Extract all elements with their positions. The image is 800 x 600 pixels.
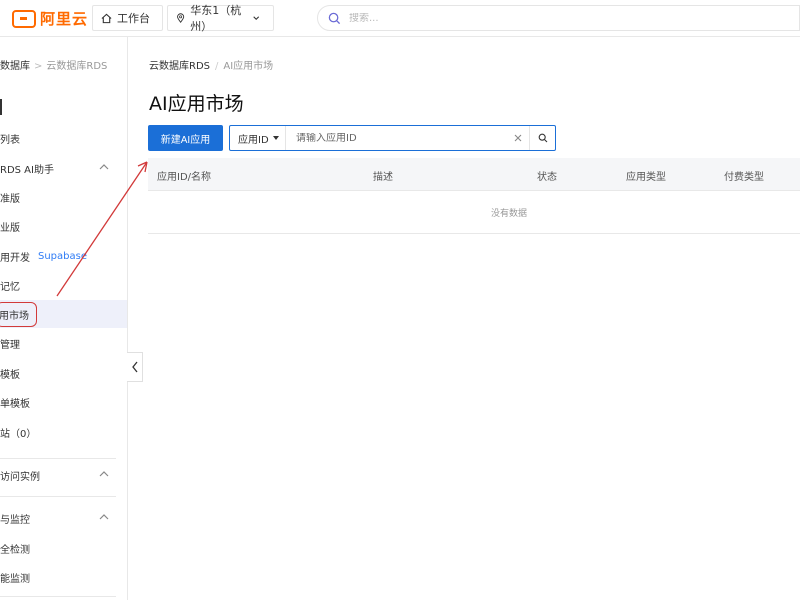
sidebar-item-label: 列表 bbox=[0, 134, 20, 146]
workbench-label: 工作台 bbox=[117, 12, 150, 25]
sidebar-item-label: 准版 bbox=[0, 193, 20, 205]
sidebar-group-monitoring[interactable]: 与监控 bbox=[0, 504, 127, 532]
sidebar-item-list-template[interactable]: 单模板 bbox=[0, 388, 127, 416]
new-ai-app-button[interactable]: 新建AI应用 bbox=[148, 125, 223, 151]
sidebar-item-label: 单模板 bbox=[0, 398, 30, 410]
sidebar-item-label: 全检测 bbox=[0, 544, 30, 556]
filter-type-select[interactable]: 应用ID bbox=[230, 126, 286, 150]
sidebar-item-label: RDS AI助手 bbox=[0, 164, 54, 176]
sidebar-item-recycle-bin[interactable]: 站（0） bbox=[0, 418, 127, 446]
caret-down-icon bbox=[272, 136, 279, 140]
filter-search-button[interactable] bbox=[529, 126, 555, 150]
sidebar-item-instance-list[interactable]: 列表 bbox=[0, 124, 127, 152]
column-header: 状态 bbox=[537, 172, 557, 183]
table-header: 应用ID/名称 描述 状态 应用类型 付费类型 bbox=[148, 158, 800, 191]
sidebar-breadcrumb: 数据库 > 云数据库RDS bbox=[0, 57, 107, 72]
column-header: 付费类型 bbox=[724, 172, 764, 183]
sidebar-divider bbox=[0, 496, 116, 497]
column-header: 描述 bbox=[373, 172, 393, 183]
sidebar-item-professional[interactable]: 业版 bbox=[0, 212, 127, 240]
breadcrumb: 云数据库RDS / AI应用市场 bbox=[149, 57, 273, 72]
sidebar-item-label: 用开发 bbox=[0, 252, 30, 264]
sidebar-item-management[interactable]: 管理 bbox=[0, 329, 127, 357]
sidebar-item-label: 管理 bbox=[0, 339, 20, 351]
aliyun-logo[interactable]: 阿里云 bbox=[12, 8, 88, 29]
location-pin-icon bbox=[177, 13, 185, 24]
supabase-tag: Supabase bbox=[38, 250, 87, 262]
sidebar-item-performance[interactable]: 能监测 bbox=[0, 563, 127, 591]
sidebar-divider bbox=[0, 596, 116, 597]
region-label: 华东1（杭州） bbox=[190, 4, 242, 33]
sidebar-item-label: 模板 bbox=[0, 369, 20, 381]
breadcrumb-separator: > bbox=[34, 61, 43, 72]
workbench-button[interactable]: 工作台 bbox=[92, 5, 163, 31]
sidebar-item-app-dev[interactable]: 用开发 Supabase bbox=[0, 242, 127, 270]
column-header: 应用ID/名称 bbox=[157, 172, 212, 183]
logo-text: 阿里云 bbox=[40, 10, 89, 28]
sidebar-item-template[interactable]: 模板 bbox=[0, 359, 127, 387]
home-icon bbox=[101, 13, 112, 23]
filter-type-label: 应用ID bbox=[238, 134, 269, 146]
sidebar-item-memory[interactable]: 记忆 bbox=[0, 271, 127, 299]
top-bar: 阿里云 工作台 华东1（杭州） bbox=[0, 0, 800, 37]
sidebar-item-label: 与监控 bbox=[0, 514, 30, 526]
sidebar-item-security-check[interactable]: 全检测 bbox=[0, 534, 127, 562]
sidebar-item-label: 业版 bbox=[0, 222, 20, 234]
app-id-input[interactable] bbox=[286, 132, 507, 144]
chevron-up-icon bbox=[99, 471, 109, 477]
main-content: 云数据库RDS / AI应用市场 AI应用市场 新建AI应用 应用ID 应用ID/名… bbox=[129, 37, 800, 600]
search-icon bbox=[538, 133, 547, 143]
search-icon bbox=[328, 12, 341, 24]
search-input[interactable] bbox=[349, 12, 749, 24]
app-id-filter: 应用ID bbox=[229, 125, 556, 151]
sidebar: 数据库 > 云数据库RDS 列表 RDS AI助手 准版 业版 用开发 Supabas… bbox=[0, 37, 128, 600]
sidebar-group-rds-ai[interactable]: RDS AI助手 bbox=[0, 154, 127, 182]
sidebar-item-ai-market[interactable]: 用市场 bbox=[0, 300, 127, 328]
sidebar-item-label: 站（0） bbox=[0, 428, 37, 440]
chevron-down-icon bbox=[252, 16, 259, 21]
breadcrumb-separator: / bbox=[215, 61, 219, 72]
sidebar-item-label: 记忆 bbox=[0, 281, 20, 293]
breadcrumb-current: AI应用市场 bbox=[223, 61, 274, 72]
sidebar-item-label: 能监测 bbox=[0, 573, 30, 585]
sidebar-divider bbox=[0, 458, 116, 459]
sidebar-item-label: 访问实例 bbox=[0, 471, 40, 483]
column-header: 应用类型 bbox=[626, 172, 666, 183]
sidebar-breadcrumb-sub[interactable]: 云数据库RDS bbox=[46, 61, 107, 72]
close-icon bbox=[514, 134, 522, 142]
sidebar-breadcrumb-root[interactable]: 数据库 bbox=[0, 61, 30, 72]
chevron-up-icon bbox=[99, 514, 109, 520]
empty-state: 没有数据 bbox=[148, 191, 800, 234]
page-title: AI应用市场 bbox=[149, 93, 244, 115]
aliyun-logo-icon bbox=[12, 9, 36, 28]
chevron-up-icon bbox=[99, 164, 109, 170]
sidebar-group-access-instance[interactable]: 访问实例 bbox=[0, 461, 127, 489]
clear-button[interactable] bbox=[507, 126, 529, 150]
breadcrumb-root[interactable]: 云数据库RDS bbox=[149, 61, 210, 72]
sidebar-item-standard[interactable]: 准版 bbox=[0, 183, 127, 211]
global-search[interactable] bbox=[317, 5, 800, 31]
sidebar-item-label: 用市场 bbox=[0, 301, 37, 327]
sidebar-indicator bbox=[0, 99, 2, 115]
region-selector[interactable]: 华东1（杭州） bbox=[167, 4, 274, 33]
